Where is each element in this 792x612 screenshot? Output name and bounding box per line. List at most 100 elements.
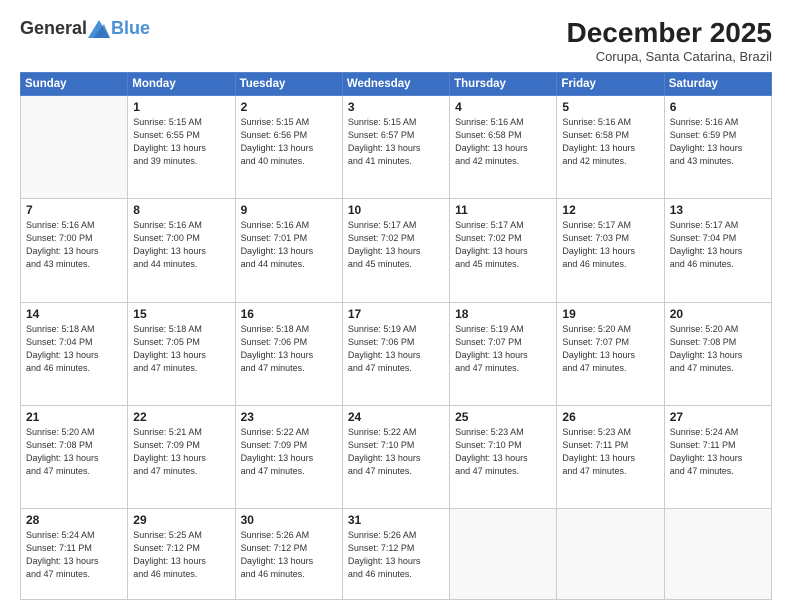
calendar-cell: 12 Sunrise: 5:17 AMSunset: 7:03 PMDayligh…	[557, 199, 664, 302]
day-number: 11	[455, 203, 551, 217]
day-number: 7	[26, 203, 122, 217]
day-number: 10	[348, 203, 444, 217]
logo-icon	[88, 20, 110, 38]
cell-content: Sunrise: 5:18 AMSunset: 7:06 PMDaylight:…	[241, 323, 337, 375]
logo-text: General Blue	[20, 18, 150, 39]
calendar-cell	[557, 509, 664, 600]
day-number: 1	[133, 100, 229, 114]
calendar-header-row: SundayMondayTuesdayWednesdayThursdayFrid…	[21, 72, 772, 95]
cell-content: Sunrise: 5:18 AMSunset: 7:05 PMDaylight:…	[133, 323, 229, 375]
day-number: 28	[26, 513, 122, 527]
calendar-cell: 11Sunrise: 5:17 AMSunset: 7:02 PMDayligh…	[450, 199, 557, 302]
calendar-cell: 24 Sunrise: 5:22 AMSunset: 7:10 PMDayligh…	[342, 405, 449, 508]
logo-general: General	[20, 18, 87, 39]
day-number: 24	[348, 410, 444, 424]
day-number: 13	[670, 203, 766, 217]
day-number: 30	[241, 513, 337, 527]
subtitle: Corupa, Santa Catarina, Brazil	[567, 49, 772, 64]
calendar-cell: 3 Sunrise: 5:15 AMSunset: 6:57 PMDaylight…	[342, 95, 449, 198]
day-number: 14	[26, 307, 122, 321]
cell-content: Sunrise: 5:21 AMSunset: 7:09 PMDaylight:…	[133, 426, 229, 478]
calendar-cell: 31 Sunrise: 5:26 AMSunset: 7:12 PMDayligh…	[342, 509, 449, 600]
cell-content: Sunrise: 5:24 AMSunset: 7:11 PMDaylight:…	[26, 529, 122, 581]
day-number: 17	[348, 307, 444, 321]
day-number: 9	[241, 203, 337, 217]
calendar-cell: 22 Sunrise: 5:21 AMSunset: 7:09 PMDayligh…	[128, 405, 235, 508]
cell-content: Sunrise: 5:25 AMSunset: 7:12 PMDaylight:…	[133, 529, 229, 581]
calendar-cell: 27Sunrise: 5:24 AMSunset: 7:11 PMDayligh…	[664, 405, 771, 508]
cell-content: Sunrise: 5:16 AMSunset: 6:58 PMDaylight:…	[562, 116, 658, 168]
calendar-week-row: 28 Sunrise: 5:24 AMSunset: 7:11 PMDayligh…	[21, 509, 772, 600]
calendar-cell: 14 Sunrise: 5:18 AMSunset: 7:04 PMDayligh…	[21, 302, 128, 405]
cell-content: Sunrise: 5:18 AMSunset: 7:04 PMDaylight:…	[26, 323, 122, 375]
calendar-cell: 2 Sunrise: 5:15 AMSunset: 6:56 PMDaylight…	[235, 95, 342, 198]
day-number: 29	[133, 513, 229, 527]
calendar-cell: 9 Sunrise: 5:16 AMSunset: 7:01 PMDaylight…	[235, 199, 342, 302]
day-number: 15	[133, 307, 229, 321]
day-number: 23	[241, 410, 337, 424]
calendar-cell	[21, 95, 128, 198]
cell-content: Sunrise: 5:17 AMSunset: 7:03 PMDaylight:…	[562, 219, 658, 271]
day-number: 22	[133, 410, 229, 424]
cell-content: Sunrise: 5:22 AMSunset: 7:10 PMDaylight:…	[348, 426, 444, 478]
title-block: December 2025 Corupa, Santa Catarina, Br…	[567, 18, 772, 64]
day-header-saturday: Saturday	[664, 72, 771, 95]
cell-content: Sunrise: 5:23 AMSunset: 7:10 PMDaylight:…	[455, 426, 551, 478]
logo: General Blue	[20, 18, 150, 39]
cell-content: Sunrise: 5:26 AMSunset: 7:12 PMDaylight:…	[348, 529, 444, 581]
calendar-cell: 17 Sunrise: 5:19 AMSunset: 7:06 PMDayligh…	[342, 302, 449, 405]
cell-content: Sunrise: 5:15 AMSunset: 6:57 PMDaylight:…	[348, 116, 444, 168]
cell-content: Sunrise: 5:16 AMSunset: 6:59 PMDaylight:…	[670, 116, 766, 168]
day-number: 31	[348, 513, 444, 527]
day-number: 25	[455, 410, 551, 424]
calendar-cell: 13 Sunrise: 5:17 AMSunset: 7:04 PMDayligh…	[664, 199, 771, 302]
day-number: 21	[26, 410, 122, 424]
page: General Blue December 2025 Corupa, Santa…	[0, 0, 792, 612]
cell-content: Sunrise: 5:17 AMSunset: 7:04 PMDaylight:…	[670, 219, 766, 271]
calendar-cell	[450, 509, 557, 600]
calendar-cell: 6 Sunrise: 5:16 AMSunset: 6:59 PMDaylight…	[664, 95, 771, 198]
day-number: 18	[455, 307, 551, 321]
calendar-cell: 30Sunrise: 5:26 AMSunset: 7:12 PMDayligh…	[235, 509, 342, 600]
cell-content: Sunrise: 5:19 AMSunset: 7:06 PMDaylight:…	[348, 323, 444, 375]
calendar-week-row: 14 Sunrise: 5:18 AMSunset: 7:04 PMDayligh…	[21, 302, 772, 405]
calendar-cell: 15 Sunrise: 5:18 AMSunset: 7:05 PMDayligh…	[128, 302, 235, 405]
month-title: December 2025	[567, 18, 772, 49]
cell-content: Sunrise: 5:20 AMSunset: 7:07 PMDaylight:…	[562, 323, 658, 375]
day-number: 20	[670, 307, 766, 321]
day-number: 12	[562, 203, 658, 217]
cell-content: Sunrise: 5:24 AMSunset: 7:11 PMDaylight:…	[670, 426, 766, 478]
calendar-cell: 4Sunrise: 5:16 AMSunset: 6:58 PMDaylight…	[450, 95, 557, 198]
cell-content: Sunrise: 5:15 AMSunset: 6:56 PMDaylight:…	[241, 116, 337, 168]
calendar-cell: 10 Sunrise: 5:17 AMSunset: 7:02 PMDayligh…	[342, 199, 449, 302]
cell-content: Sunrise: 5:22 AMSunset: 7:09 PMDaylight:…	[241, 426, 337, 478]
cell-content: Sunrise: 5:16 AMSunset: 7:01 PMDaylight:…	[241, 219, 337, 271]
cell-content: Sunrise: 5:20 AMSunset: 7:08 PMDaylight:…	[670, 323, 766, 375]
day-number: 3	[348, 100, 444, 114]
cell-content: Sunrise: 5:20 AMSunset: 7:08 PMDaylight:…	[26, 426, 122, 478]
day-header-tuesday: Tuesday	[235, 72, 342, 95]
calendar-cell: 23 Sunrise: 5:22 AMSunset: 7:09 PMDayligh…	[235, 405, 342, 508]
calendar-cell: 25 Sunrise: 5:23 AMSunset: 7:10 PMDayligh…	[450, 405, 557, 508]
calendar-table: SundayMondayTuesdayWednesdayThursdayFrid…	[20, 72, 772, 600]
cell-content: Sunrise: 5:17 AMSunset: 7:02 PMDaylight:…	[348, 219, 444, 271]
day-number: 26	[562, 410, 658, 424]
day-number: 8	[133, 203, 229, 217]
calendar-cell: 26 Sunrise: 5:23 AMSunset: 7:11 PMDayligh…	[557, 405, 664, 508]
calendar-week-row: 21 Sunrise: 5:20 AMSunset: 7:08 PMDayligh…	[21, 405, 772, 508]
day-number: 6	[670, 100, 766, 114]
logo-blue: Blue	[111, 18, 150, 39]
header: General Blue December 2025 Corupa, Santa…	[20, 18, 772, 64]
calendar-week-row: 7Sunrise: 5:16 AMSunset: 7:00 PMDaylight…	[21, 199, 772, 302]
calendar-cell: 28 Sunrise: 5:24 AMSunset: 7:11 PMDayligh…	[21, 509, 128, 600]
calendar-cell: 21 Sunrise: 5:20 AMSunset: 7:08 PMDayligh…	[21, 405, 128, 508]
day-number: 16	[241, 307, 337, 321]
day-header-sunday: Sunday	[21, 72, 128, 95]
day-number: 2	[241, 100, 337, 114]
day-header-thursday: Thursday	[450, 72, 557, 95]
calendar-cell: 20 Sunrise: 5:20 AMSunset: 7:08 PMDayligh…	[664, 302, 771, 405]
day-header-wednesday: Wednesday	[342, 72, 449, 95]
cell-content: Sunrise: 5:23 AMSunset: 7:11 PMDaylight:…	[562, 426, 658, 478]
calendar-cell: 18Sunrise: 5:19 AMSunset: 7:07 PMDayligh…	[450, 302, 557, 405]
calendar-cell	[664, 509, 771, 600]
